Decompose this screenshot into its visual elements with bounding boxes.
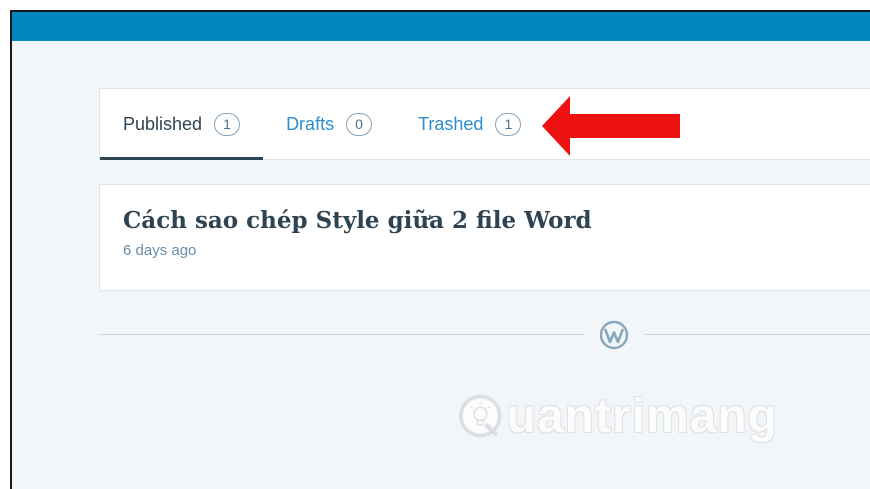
watermark: uantrimang (458, 376, 778, 456)
post-status-tabs: Published 1 Drafts 0 Trashed 1 (99, 88, 870, 160)
red-arrow-icon (542, 96, 680, 156)
tab-published[interactable]: Published 1 (100, 89, 264, 160)
tab-published-count: 1 (214, 112, 241, 136)
tab-published-label: Published (123, 113, 203, 134)
tab-trashed-count: 1 (495, 112, 522, 136)
post-title[interactable]: Cách sao chép Style giữa 2 file Word (123, 207, 865, 234)
lightbulb-icon (459, 394, 502, 438)
tab-trashed-label: Trashed (418, 113, 484, 134)
watermark-text: uantrimang (506, 389, 778, 443)
tab-drafts-label: Drafts (286, 113, 335, 134)
tab-drafts-count: 0 (346, 112, 373, 136)
post-date: 6 days ago (123, 242, 197, 259)
tab-trashed[interactable]: Trashed 1 (395, 89, 544, 159)
wordpress-icon (599, 320, 629, 350)
masterbar (12, 12, 870, 41)
tab-drafts[interactable]: Drafts 0 (263, 89, 395, 159)
divider-right (644, 334, 870, 335)
divider-left (99, 334, 585, 335)
app-window: Published 1 Drafts 0 Trashed 1 Cách sao … (10, 10, 870, 489)
post-item: Cách sao chép Style giữa 2 file Word 6 d… (99, 184, 870, 291)
